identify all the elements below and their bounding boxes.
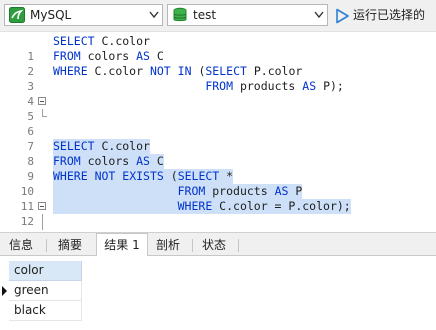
- code-text: FROM colors AS C: [53, 154, 164, 169]
- tab-profile[interactable]: 剖析: [148, 235, 188, 256]
- code-line: 13: [0, 214, 436, 229]
- tab-info[interactable]: 信息: [2, 235, 40, 256]
- code-text: SELECT C.color: [53, 139, 150, 154]
- code-text: FROM products AS P);: [205, 79, 344, 93]
- code-text: SELECT C.color: [53, 34, 150, 48]
- code-line-selected: 12 WHERE C.color = P.color);: [0, 199, 436, 230]
- code-line: 2 FROM colors AS C: [0, 49, 436, 78]
- chevron-down-icon[interactable]: [146, 5, 162, 25]
- database-icon: [172, 7, 188, 23]
- row-pointer-icon: [2, 286, 7, 296]
- tab-divider: [238, 239, 239, 252]
- query-toolbar: MySQL test 运行已选择的: [0, 0, 436, 32]
- tab-divider: [192, 239, 193, 252]
- code-line-selected: 9 FROM colors AS C: [0, 154, 436, 183]
- result-tabs: 信息 摘要 结果 1 剖析 状态: [0, 232, 436, 257]
- code-line: 5: [0, 94, 436, 123]
- code-line: 4 FROM products AS P);: [0, 79, 436, 117]
- code-line: 3 WHERE C.color NOT IN (SELECT P.color: [0, 64, 436, 105]
- column-header[interactable]: color: [9, 261, 82, 281]
- database-select[interactable]: test: [167, 4, 328, 26]
- tab-divider: [46, 239, 47, 252]
- code-text: FROM colors AS C: [53, 49, 164, 63]
- code-line-selected: 11 FROM products AS P: [0, 184, 436, 229]
- mysql-connection-icon: [9, 7, 25, 23]
- line-number: 13: [0, 229, 34, 230]
- code-text: WHERE C.color NOT IN (SELECT P.color: [53, 64, 303, 78]
- code-text: WHERE C.color = P.color);: [53, 199, 351, 214]
- chevron-down-icon[interactable]: [311, 5, 327, 25]
- code-line: 6: [0, 109, 436, 138]
- code-line-selected: 8 SELECT C.color: [0, 139, 436, 168]
- play-icon: [334, 8, 350, 24]
- connection-select[interactable]: MySQL: [4, 4, 163, 26]
- code-text: WHERE NOT EXISTS (SELECT *: [53, 169, 234, 184]
- connection-value: MySQL: [30, 8, 72, 22]
- tab-status[interactable]: 状态: [194, 235, 234, 256]
- result-cell[interactable]: black: [9, 301, 82, 321]
- current-row-indicator: [0, 281, 8, 301]
- code-line: 1 SELECT C.color: [0, 34, 436, 63]
- fold-end-marker: [38, 229, 48, 230]
- tab-result-1[interactable]: 结果 1: [96, 233, 148, 257]
- sql-editor[interactable]: 1 SELECT C.color 2 FROM colors AS C 3 WH…: [0, 32, 436, 230]
- code-line: 7: [0, 124, 436, 153]
- run-selected-label: 运行已选择的: [353, 8, 426, 22]
- database-value: test: [193, 8, 217, 22]
- tab-summary[interactable]: 摘要: [48, 235, 92, 256]
- code-text: FROM products AS P: [53, 184, 303, 199]
- code-line-selected: 10 WHERE NOT EXISTS (SELECT *: [0, 169, 436, 210]
- result-cell[interactable]: green: [9, 281, 82, 301]
- result-grid[interactable]: color green black: [0, 256, 436, 330]
